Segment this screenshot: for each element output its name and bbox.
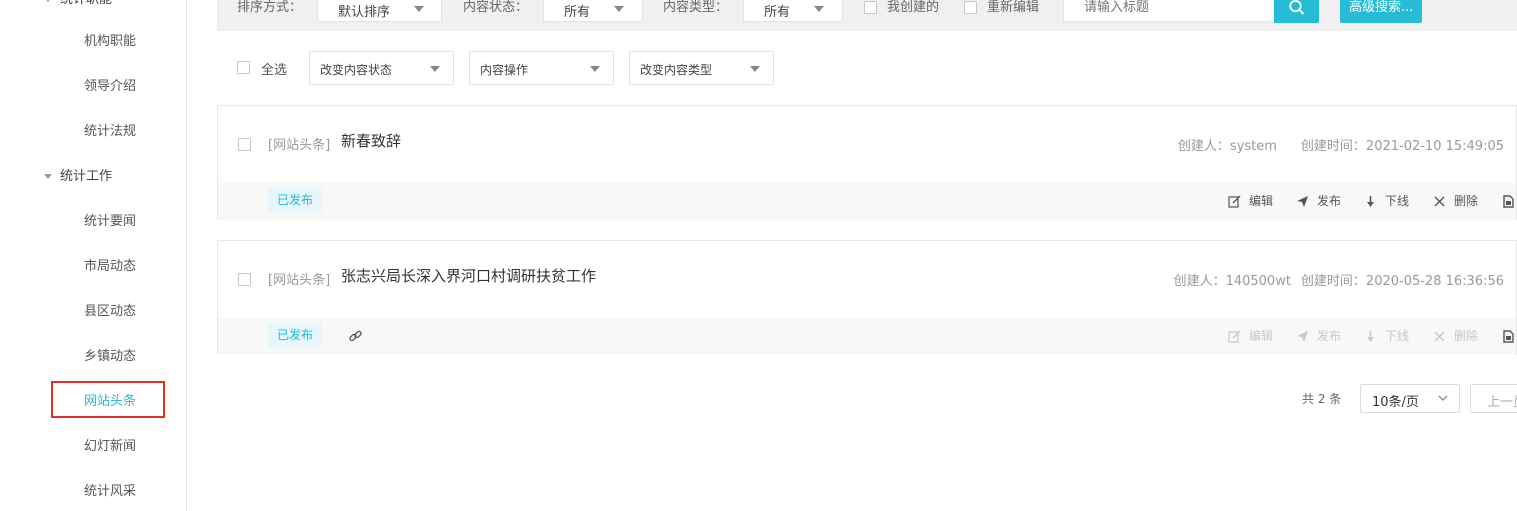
close-icon bbox=[1434, 331, 1445, 342]
type-label: 内容类型： bbox=[663, 0, 729, 15]
item-checkbox[interactable] bbox=[238, 273, 251, 286]
edit-icon bbox=[1228, 195, 1241, 208]
item-footer: 已发布 编辑 发布 下线 删除 bbox=[218, 183, 1516, 220]
item-creator: 创建人：system bbox=[1177, 139, 1277, 154]
re-edit-label: 重新编辑 bbox=[987, 0, 1040, 15]
sidebar: 统计职能 机构职能 领导介绍 统计法规 统计工作 统计要闻 市局动态 县区动态 … bbox=[0, 0, 187, 511]
type-select[interactable]: 所有 bbox=[743, 0, 843, 22]
document-icon bbox=[1503, 330, 1514, 343]
sidebar-item-town[interactable]: 乡镇动态 bbox=[0, 342, 186, 372]
page-size-select[interactable]: 10条/页 bbox=[1360, 384, 1460, 413]
select-all-label: 全选 bbox=[261, 63, 288, 78]
sidebar-item-laws[interactable]: 统计法规 bbox=[0, 117, 186, 147]
item-title[interactable]: 张志兴局长深入界河口村调研扶贫工作 bbox=[341, 265, 596, 286]
sidebar-item-leaders[interactable]: 领导介绍 bbox=[0, 72, 186, 102]
pagination-total: 共 2 条 bbox=[1302, 392, 1342, 406]
caret-down-icon bbox=[44, 0, 52, 2]
change-status-select[interactable]: 改变内容状态 bbox=[309, 51, 454, 85]
sidebar-item-style[interactable]: 统计风采 bbox=[0, 477, 186, 507]
search-input[interactable] bbox=[1063, 0, 1275, 22]
link-icon[interactable] bbox=[348, 329, 363, 348]
caret-down-icon bbox=[414, 6, 424, 12]
filter-bar: 排序方式： 默认排序 内容状态： 所有 内容类型： 所有 我创建的 重新编辑 高… bbox=[217, 0, 1517, 31]
caret-down-icon bbox=[614, 6, 624, 12]
send-icon bbox=[1297, 196, 1308, 207]
caret-down-icon bbox=[750, 66, 760, 72]
caret-down-icon bbox=[430, 66, 440, 72]
search-button[interactable] bbox=[1274, 0, 1319, 23]
advanced-search-button[interactable]: 高级搜索... bbox=[1340, 0, 1423, 23]
chevron-down-icon bbox=[1438, 395, 1448, 401]
sidebar-group-work[interactable]: 统计工作 bbox=[0, 162, 186, 192]
item-meta: 创建人：140500wt 创建时间：2020-05-28 16:36:56 bbox=[1174, 270, 1504, 289]
content-ops-select[interactable]: 内容操作 bbox=[469, 51, 614, 85]
sidebar-item-slides[interactable]: 幻灯新闻 bbox=[0, 432, 186, 462]
select-all-checkbox[interactable] bbox=[237, 61, 250, 74]
status-badge: 已发布 bbox=[268, 323, 323, 347]
content-item: [网站头条] 新春致辞 创建人：system 创建时间：2021-02-10 15… bbox=[217, 105, 1517, 220]
item-creator: 创建人：140500wt bbox=[1173, 274, 1291, 289]
status-label: 内容状态： bbox=[463, 0, 529, 15]
created-by-me-checkbox[interactable] bbox=[864, 1, 877, 14]
arrow-down-icon bbox=[1367, 196, 1374, 207]
prev-page-button[interactable]: 上一页 bbox=[1470, 384, 1517, 413]
item-title[interactable]: 新春致辞 bbox=[341, 130, 401, 151]
caret-down-icon bbox=[814, 6, 824, 12]
item-checkbox[interactable] bbox=[238, 138, 251, 151]
sidebar-item-county[interactable]: 县区动态 bbox=[0, 297, 186, 327]
item-category-tag: [网站头条] bbox=[268, 138, 331, 153]
item-created-time: 创建时间：2021-02-10 15:49:05 bbox=[1300, 139, 1504, 154]
sidebar-group-functions[interactable]: 统计职能 bbox=[0, 0, 186, 15]
search-icon bbox=[1289, 0, 1304, 15]
caret-down-icon bbox=[590, 66, 600, 72]
content-item: [网站头条] 张志兴局长深入界河口村调研扶贫工作 创建人：140500wt 创建时… bbox=[217, 240, 1517, 355]
item-footer: 已发布 编辑 发布 下线 删除 bbox=[218, 318, 1516, 355]
document-icon bbox=[1503, 195, 1514, 208]
edit-icon bbox=[1228, 330, 1241, 343]
status-badge: 已发布 bbox=[268, 188, 323, 212]
sidebar-item-city[interactable]: 市局动态 bbox=[0, 252, 186, 282]
caret-down-icon bbox=[44, 174, 52, 179]
re-edit-checkbox[interactable] bbox=[964, 1, 977, 14]
change-type-select[interactable]: 改变内容类型 bbox=[629, 51, 774, 85]
sidebar-item-org[interactable]: 机构职能 bbox=[0, 27, 186, 57]
created-by-me-label: 我创建的 bbox=[887, 0, 940, 15]
item-meta: 创建人：system 创建时间：2021-02-10 15:49:05 bbox=[1178, 135, 1504, 154]
sort-label: 排序方式： bbox=[237, 0, 303, 15]
item-created-time: 创建时间：2020-05-28 16:36:56 bbox=[1300, 274, 1504, 289]
status-select[interactable]: 所有 bbox=[543, 0, 643, 22]
item-category-tag: [网站头条] bbox=[268, 273, 331, 288]
active-highlight-box bbox=[51, 381, 165, 418]
sidebar-item-news[interactable]: 统计要闻 bbox=[0, 207, 186, 237]
send-icon bbox=[1297, 331, 1308, 342]
arrow-down-icon bbox=[1367, 331, 1374, 342]
close-icon bbox=[1434, 196, 1445, 207]
sort-select[interactable]: 默认排序 bbox=[317, 0, 442, 22]
